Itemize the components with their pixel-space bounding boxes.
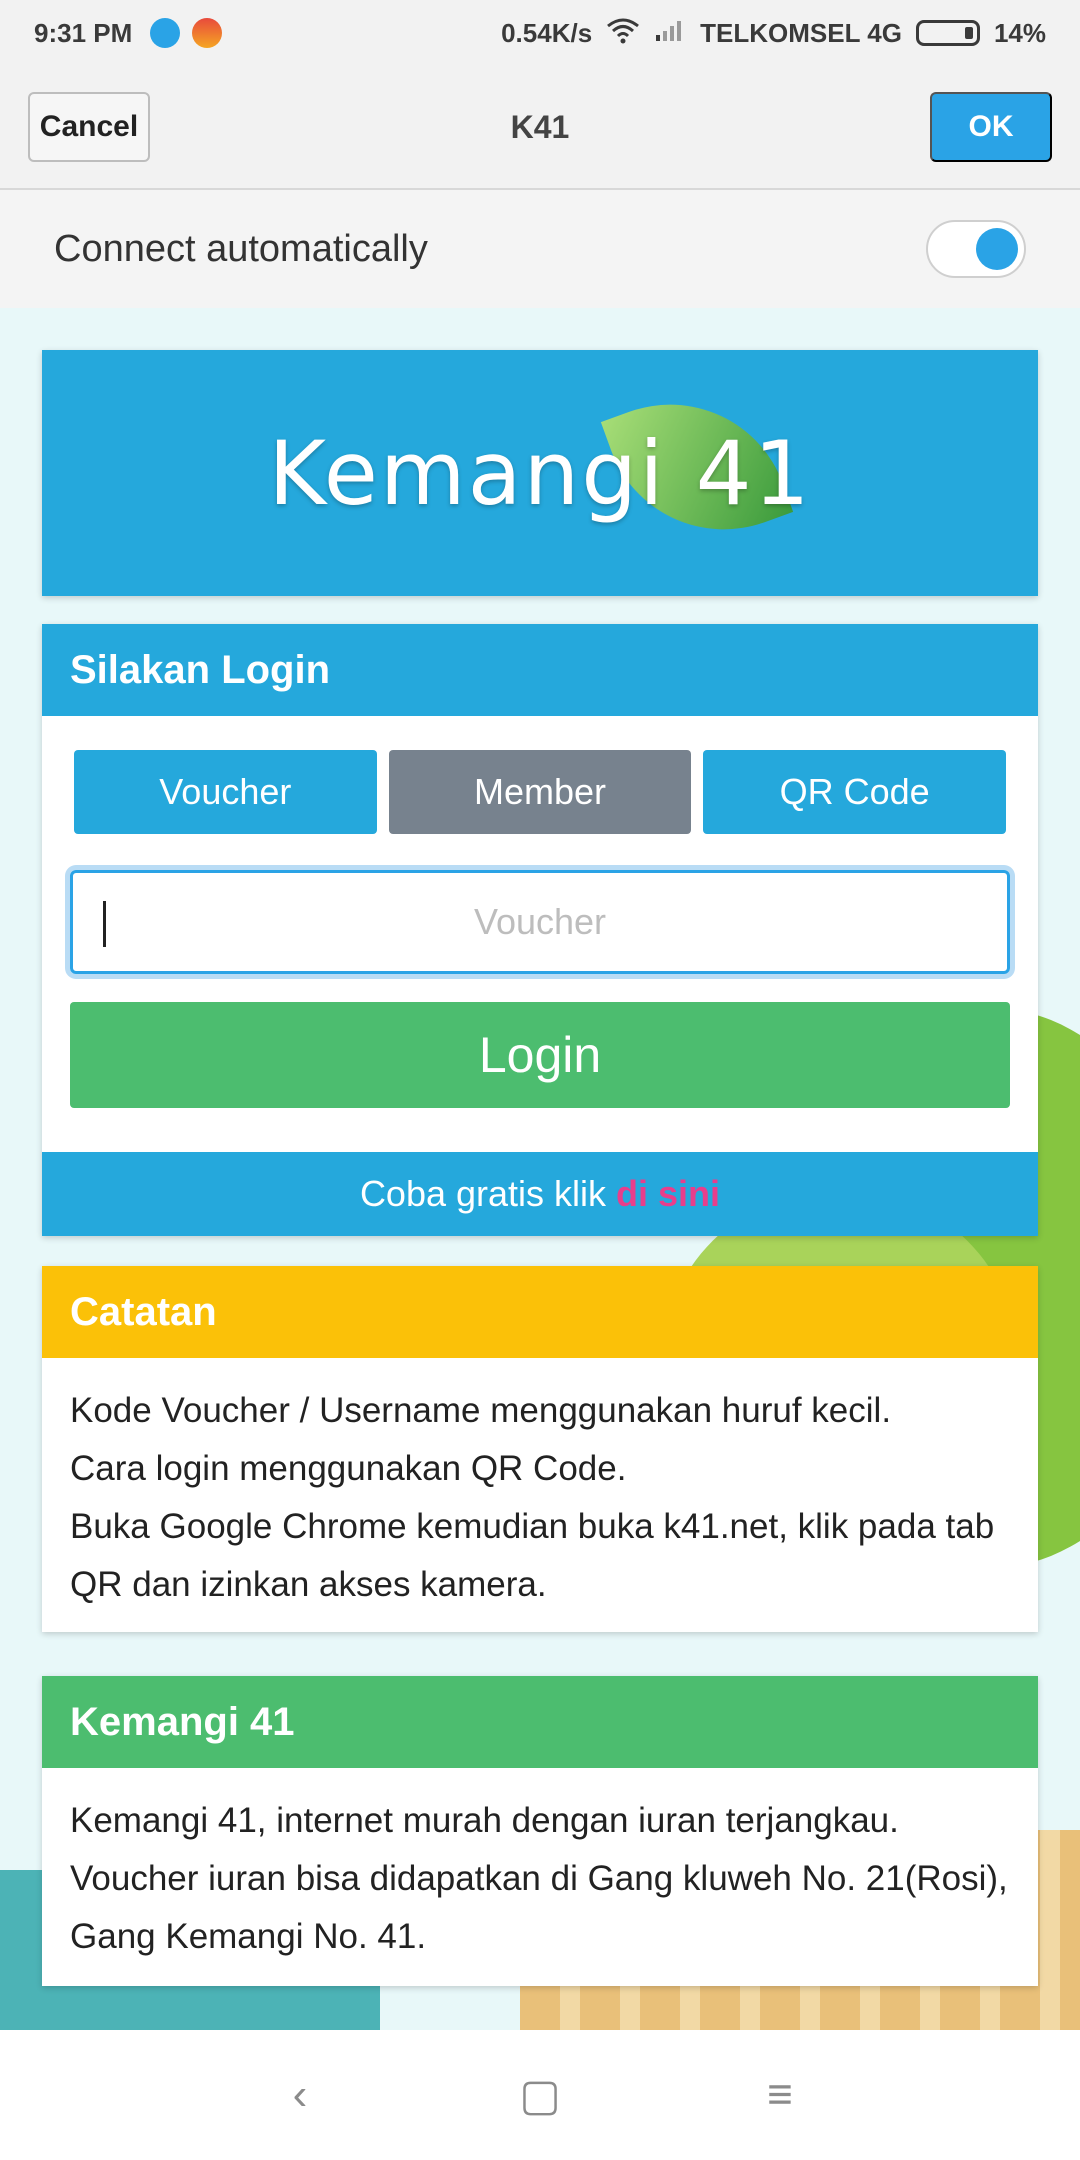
notes-line: Cara login menggunakan QR Code. — [70, 1449, 627, 1488]
logo-text: Kemangi 41 — [268, 421, 812, 525]
back-icon[interactable]: ‹ — [270, 2070, 330, 2120]
carrier: TELKOMSEL 4G — [700, 17, 902, 48]
notes-body: Kode Voucher / Username menggunakan huru… — [42, 1358, 1038, 1638]
toggle-knob — [976, 228, 1018, 270]
page-title: K41 — [510, 108, 570, 145]
login-panel: Silakan Login Voucher Member QR Code Log… — [42, 624, 1038, 1236]
connect-automatically-toggle[interactable] — [926, 220, 1026, 278]
tab-voucher[interactable]: Voucher — [74, 750, 377, 834]
menu-icon[interactable]: ≡ — [750, 2070, 810, 2120]
tab-member[interactable]: Member — [388, 750, 692, 834]
status-bar: 9:31 PM 0.54K/s TELKOMSEL 4G 14% — [0, 0, 1080, 66]
free-trial-text: Coba gratis klik — [359, 1173, 607, 1214]
wifi-app-icon — [150, 18, 181, 48]
ok-button[interactable]: OK — [930, 92, 1052, 162]
logo-banner: Kemangi 41 — [42, 350, 1038, 596]
free-trial-bar: Coba gratis klik di sini — [42, 1152, 1038, 1236]
net-speed: 0.54K/s — [501, 17, 593, 48]
signal-icon — [654, 17, 686, 50]
connect-automatically-row: Connect automatically — [0, 190, 1080, 308]
notes-line: Kode Voucher / Username menggunakan huru… — [70, 1391, 892, 1430]
status-time: 9:31 PM — [34, 17, 133, 48]
status-right: 0.54K/s TELKOMSEL 4G 14% — [501, 16, 1046, 51]
login-heading: Silakan Login — [42, 624, 1038, 716]
info-heading: Kemangi 41 — [42, 1676, 1038, 1768]
free-trial-link[interactable]: di sini — [616, 1173, 720, 1215]
text-caret — [103, 901, 106, 947]
home-icon[interactable]: ▢ — [510, 2070, 570, 2121]
battery-level: 14% — [993, 17, 1046, 48]
connect-automatically-label: Connect automatically — [54, 227, 428, 270]
notes-line: Buka Google Chrome kemudian buka k41.net… — [70, 1507, 995, 1604]
app-notification-icon — [192, 18, 223, 48]
logo: Kemangi 41 — [268, 370, 812, 563]
wifi-icon — [606, 16, 640, 51]
voucher-input-wrapper — [70, 870, 1010, 974]
login-button[interactable]: Login — [70, 1002, 1010, 1108]
tab-qr-code[interactable]: QR Code — [703, 750, 1007, 834]
login-tabs: Voucher Member QR Code — [42, 716, 1038, 834]
battery-icon — [915, 20, 980, 46]
system-nav-bar: ‹ ▢ ≡ — [0, 2030, 1080, 2160]
voucher-input[interactable] — [73, 873, 1007, 971]
wifi-dialog-header: Cancel K41 OK — [0, 66, 1080, 190]
notes-heading: Catatan — [42, 1266, 1038, 1358]
info-panel: Kemangi 41 Kemangi 41, internet murah de… — [42, 1676, 1038, 1986]
notes-panel: Catatan Kode Voucher / Username mengguna… — [42, 1266, 1038, 1632]
captive-portal-webview[interactable]: Kemangi 41 Silakan Login Voucher Member … — [0, 308, 1080, 2030]
info-body: Kemangi 41, internet murah dengan iuran … — [70, 1801, 1008, 1956]
